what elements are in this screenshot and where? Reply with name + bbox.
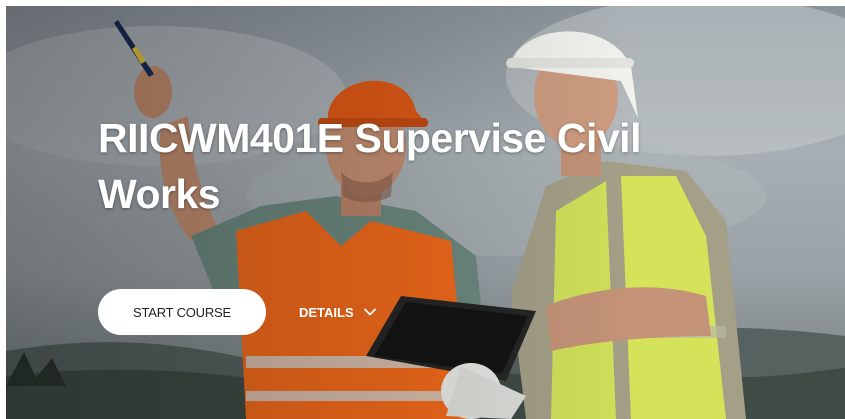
start-course-label: START COURSE [132,304,231,320]
course-hero-banner: RIICWM401E Supervise Civil Works START C… [6,6,845,419]
chevron-down-icon [363,308,376,316]
details-label: DETAILS [299,304,354,320]
start-course-button[interactable]: START COURSE [98,289,266,335]
course-title: RIICWM401E Supervise Civil Works [98,115,641,217]
details-toggle[interactable]: DETAILS [299,289,376,335]
